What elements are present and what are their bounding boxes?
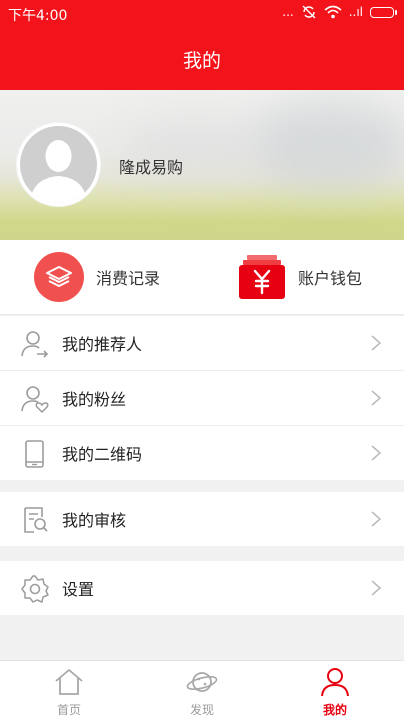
consumption-record-button[interactable]: 消费记录 xyxy=(34,252,160,302)
sync-off-icon xyxy=(302,5,316,19)
tab-discover[interactable]: 发现 xyxy=(135,661,269,721)
menu-item-qrcode[interactable]: 我的二维码 xyxy=(0,426,404,480)
layers-icon xyxy=(34,252,84,302)
phone-icon xyxy=(25,440,44,468)
signal-icon: ..ıl xyxy=(348,5,363,19)
avatar[interactable] xyxy=(17,123,100,206)
menu-item-settings[interactable]: 设置 xyxy=(0,561,404,615)
tab-me[interactable]: 我的 xyxy=(268,661,402,721)
default-avatar-icon xyxy=(30,140,87,203)
more-dots-icon: ... xyxy=(282,5,294,19)
chevron-right-icon xyxy=(371,580,382,596)
page-title: 我的 xyxy=(182,49,221,72)
menu-group-2: 我的审核 xyxy=(0,492,404,546)
bottom-tab-bar: 首页 发现 我的 xyxy=(0,660,404,721)
account-wallet-button[interactable]: 账户钱包 xyxy=(238,252,362,302)
chevron-right-icon xyxy=(371,511,382,527)
user-arrow-icon xyxy=(21,331,49,358)
user-heart-icon xyxy=(21,386,49,414)
tab-label: 首页 xyxy=(56,703,81,717)
document-search-icon xyxy=(24,507,48,533)
menu-item-review[interactable]: 我的审核 xyxy=(0,492,404,546)
chevron-right-icon xyxy=(371,390,382,406)
menu-item-referrer[interactable]: 我的推荐人 xyxy=(0,316,404,371)
profile-banner: 隆成易购 xyxy=(0,90,404,240)
battery-icon xyxy=(370,6,397,18)
menu-label: 我的粉丝 xyxy=(62,390,127,409)
quick-actions: 消费记录 账户钱包 xyxy=(0,240,404,315)
account-wallet-label: 账户钱包 xyxy=(298,269,363,288)
tab-label: 我的 xyxy=(322,703,347,717)
chevron-right-icon xyxy=(371,335,382,351)
wifi-icon xyxy=(324,5,342,19)
page-header: 我的 xyxy=(0,28,404,90)
user-nickname: 隆成易购 xyxy=(119,158,184,177)
menu-item-fans[interactable]: 我的粉丝 xyxy=(0,371,404,426)
wallet-yuan-icon xyxy=(238,253,286,301)
system-icons: ... ..ıl xyxy=(282,5,397,19)
menu-label: 我的审核 xyxy=(62,511,127,530)
tab-label: 发现 xyxy=(189,703,214,717)
menu-label: 我的推荐人 xyxy=(62,335,143,354)
menu-label: 我的二维码 xyxy=(62,445,143,464)
chevron-right-icon xyxy=(371,445,382,461)
tab-home[interactable]: 首页 xyxy=(2,661,136,721)
menu-group-3: 设置 xyxy=(0,561,404,615)
menu-label: 设置 xyxy=(62,580,95,599)
menu-group-1: 我的推荐人 我的粉丝 我的二维码 xyxy=(0,316,404,480)
status-time: 下午4:00 xyxy=(8,8,68,24)
planet-icon xyxy=(186,672,218,692)
home-icon xyxy=(55,669,83,695)
gear-icon xyxy=(21,575,49,603)
consumption-record-label: 消费记录 xyxy=(96,269,161,288)
status-bar: 下午4:00 ... ..ıl xyxy=(0,0,404,28)
user-icon xyxy=(321,668,349,697)
